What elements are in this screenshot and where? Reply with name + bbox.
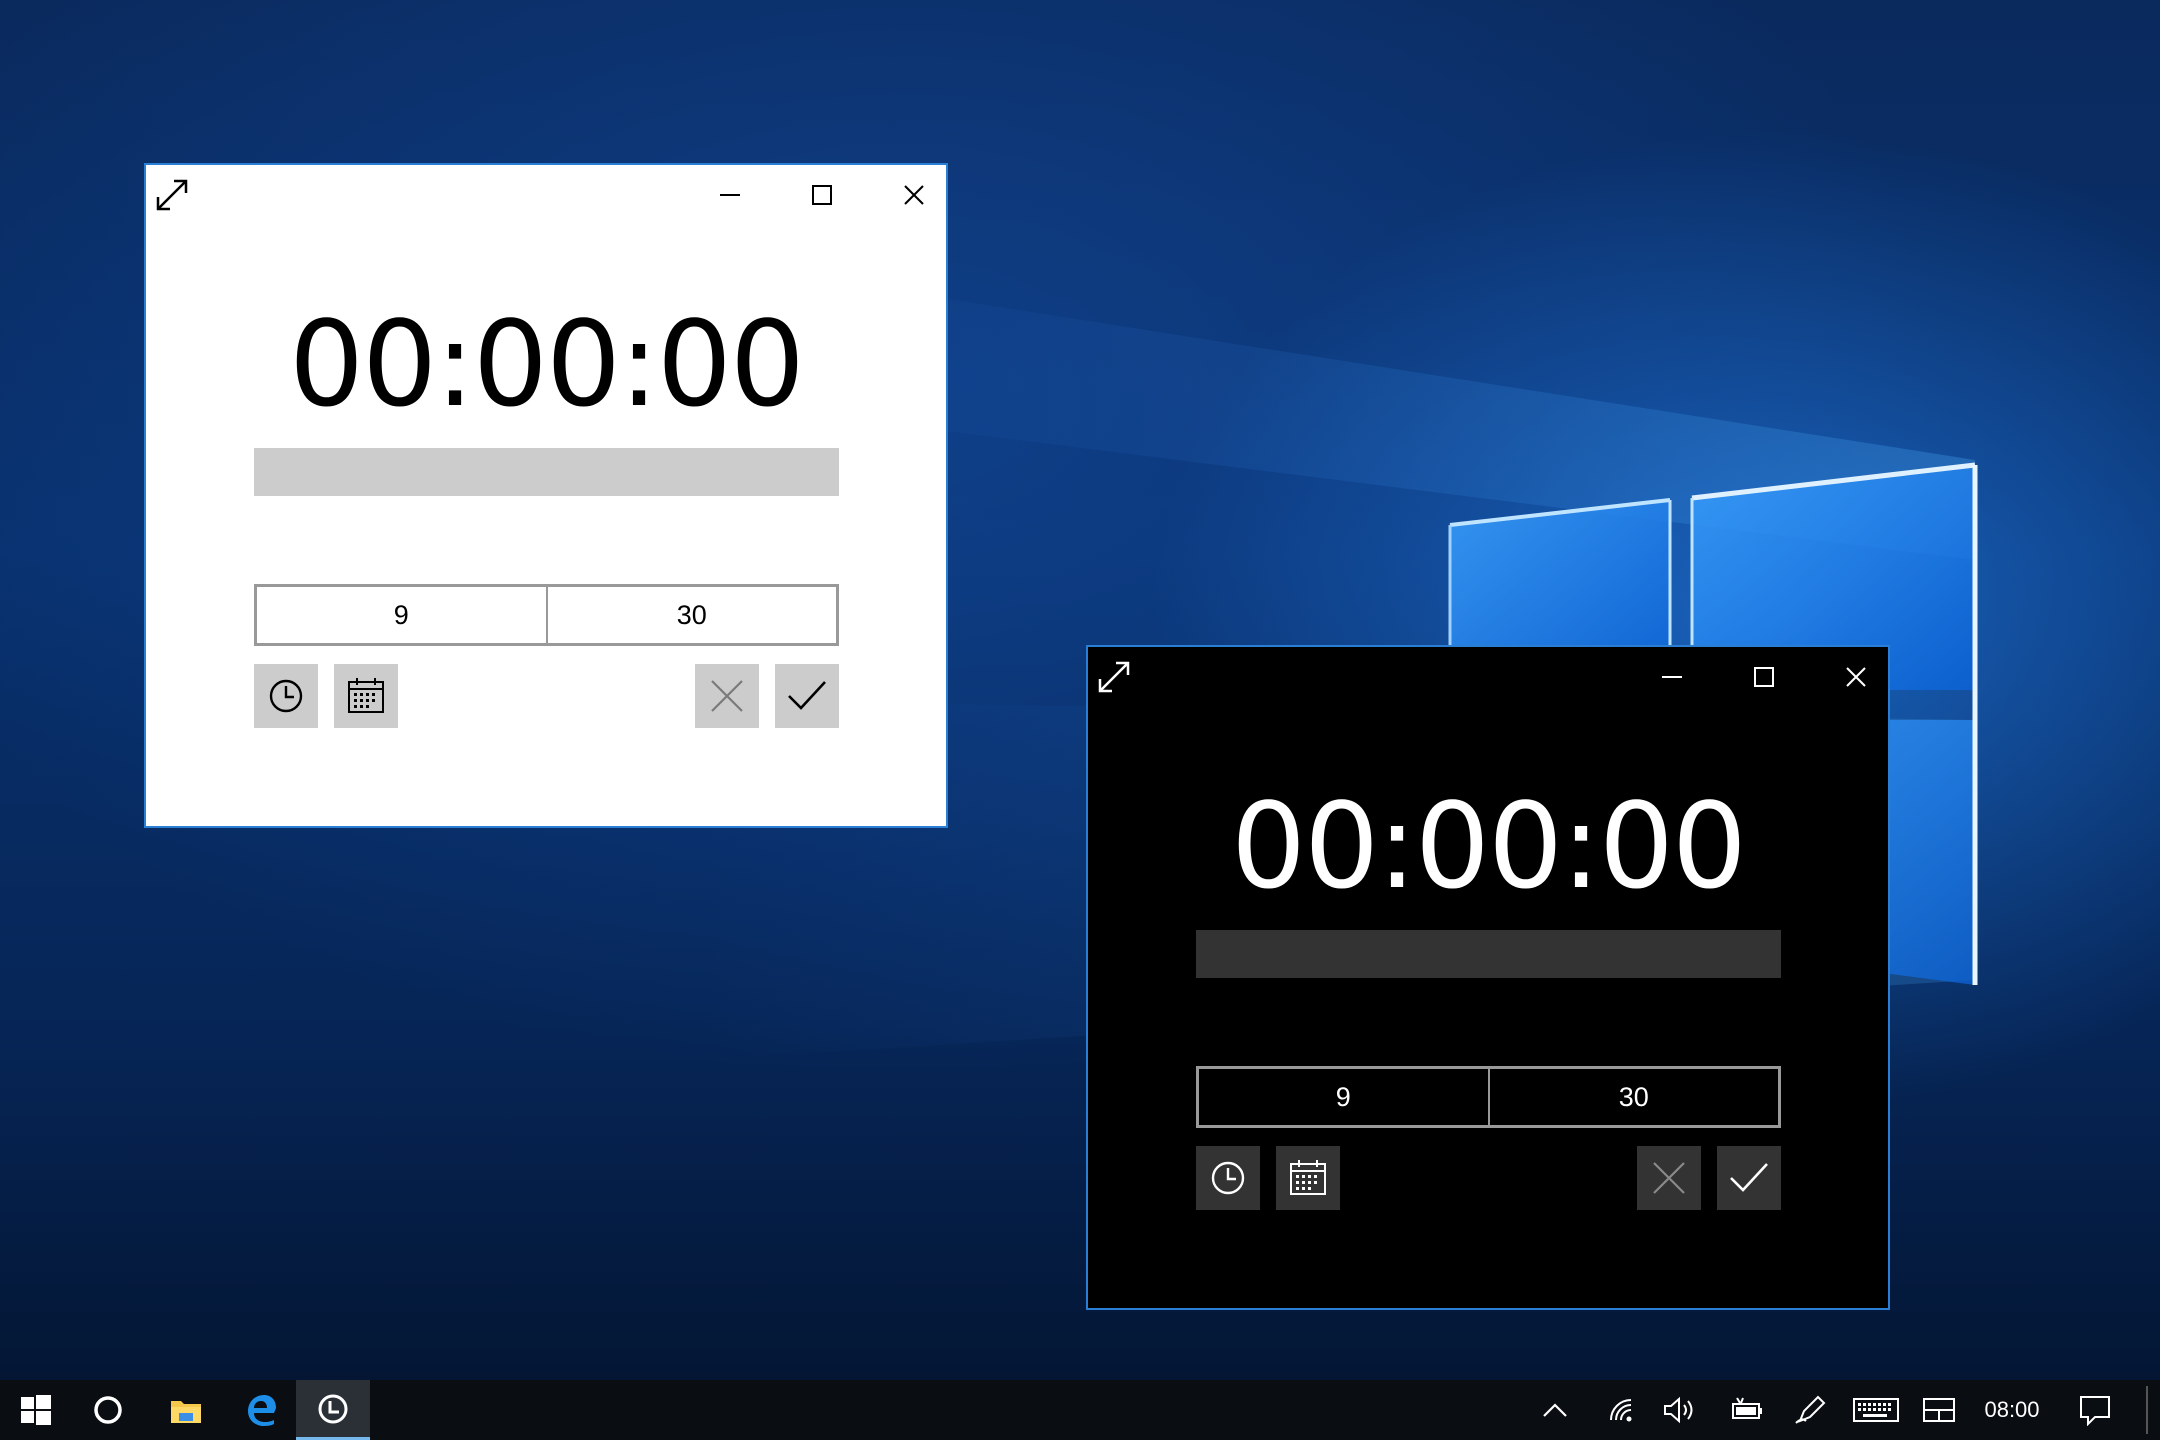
wifi-icon [1610,1399,1632,1422]
windows-start-icon [21,1395,51,1425]
pen-icon [1795,1395,1826,1424]
alarm-app-taskbar-button[interactable] [296,1380,370,1440]
tablet-mode-button[interactable] [1914,1380,1964,1440]
taskbar: 08:00 [0,1380,2160,1440]
title-bar[interactable] [1088,647,1888,711]
close-icon [1846,667,1866,687]
network-button[interactable] [1598,1380,1648,1440]
show-desktop-divider[interactable] [2146,1386,2148,1434]
hour-field[interactable]: 9 [1199,1069,1488,1125]
action-center-button[interactable] [2068,1380,2122,1440]
cortana-button[interactable] [76,1380,140,1440]
close-button[interactable] [1826,655,1886,699]
date-picker-button[interactable] [334,664,398,728]
accept-button[interactable] [1717,1146,1781,1210]
close-icon [904,185,924,205]
time-display: 00:00:00 [1231,777,1747,915]
calendar-icon [348,678,384,713]
expand-icon[interactable] [152,175,192,215]
close-icon [711,680,743,712]
clock-icon [1211,1161,1245,1195]
volume-icon [1664,1396,1693,1424]
minimize-icon [720,194,740,196]
date-picker-button[interactable] [1276,1146,1340,1210]
clock-icon [269,679,303,713]
volume-button[interactable] [1654,1380,1704,1440]
battery-button[interactable] [1722,1380,1772,1440]
time-picker-button[interactable] [1196,1146,1260,1210]
show-hidden-icons-button[interactable] [1530,1380,1580,1440]
title-bar[interactable] [146,165,946,229]
time-display: 00:00:00 [289,295,805,433]
minimize-button[interactable] [700,173,760,217]
alarm-app-icon [318,1394,348,1423]
windows-ink-button[interactable] [1786,1380,1836,1440]
minimize-icon [1662,676,1682,678]
touch-keyboard-icon [1853,1398,1899,1422]
check-icon [788,681,826,710]
expand-icon[interactable] [1094,657,1134,697]
action-center-icon [2080,1396,2110,1426]
alarm-window-dark: 00:00:00 9 30 [1086,645,1890,1310]
cancel-button[interactable] [695,664,759,728]
tablet-mode-icon [1923,1398,1955,1422]
progress-bar [254,448,839,496]
file-explorer-button[interactable] [150,1380,222,1440]
maximize-icon [1754,667,1774,687]
check-icon [1730,1163,1768,1192]
time-spinner[interactable]: 9 30 [254,584,839,646]
edge-icon [248,1395,276,1426]
time-spinner[interactable]: 9 30 [1196,1066,1781,1128]
touch-keyboard-button[interactable] [1848,1380,1904,1440]
hour-field[interactable]: 9 [257,587,546,643]
battery-icon [1732,1397,1762,1419]
minute-field[interactable]: 30 [1487,1069,1779,1125]
minimize-button[interactable] [1642,655,1702,699]
progress-bar [1196,930,1781,978]
accept-button[interactable] [775,664,839,728]
system-clock[interactable]: 08:00 [1972,1380,2052,1440]
maximize-button[interactable] [792,173,852,217]
time-picker-button[interactable] [254,664,318,728]
chevron-up-icon [1543,1403,1567,1417]
alarm-window-light: 00:00:00 9 30 [144,163,948,828]
file-explorer-icon [171,1401,201,1423]
close-button[interactable] [884,173,944,217]
calendar-icon [1290,1160,1326,1195]
minute-field[interactable]: 30 [545,587,837,643]
maximize-icon [812,185,832,205]
edge-button[interactable] [224,1380,298,1440]
maximize-button[interactable] [1734,655,1794,699]
cortana-icon [94,1396,122,1424]
cancel-button[interactable] [1637,1146,1701,1210]
start-button[interactable] [0,1380,72,1440]
close-icon [1653,1162,1685,1194]
